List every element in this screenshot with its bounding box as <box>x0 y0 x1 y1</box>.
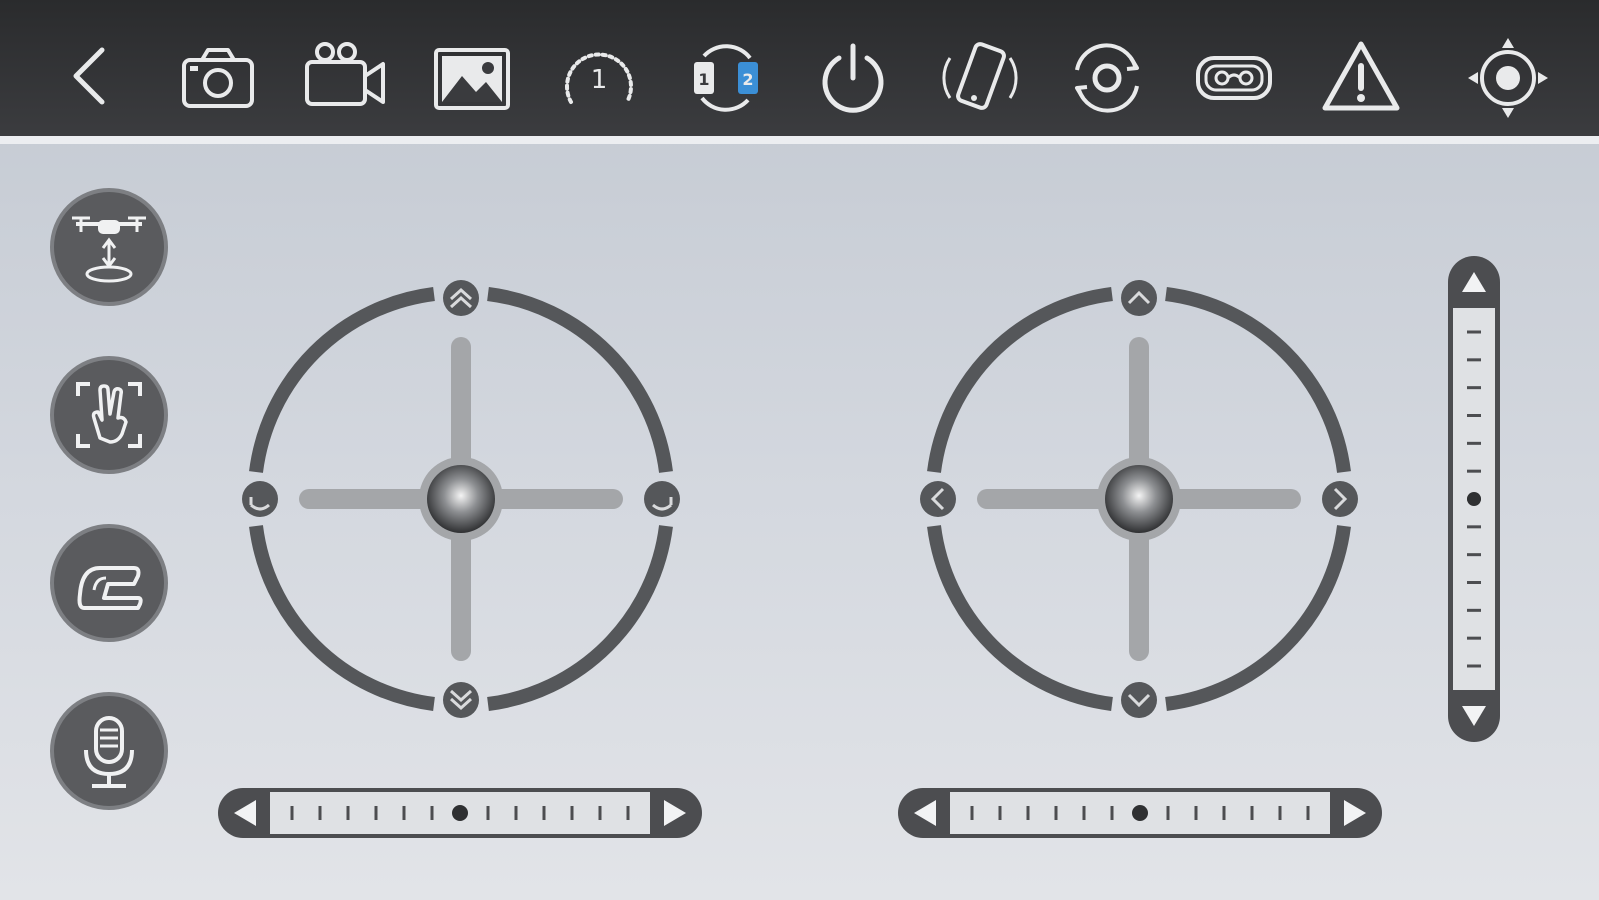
gravity-sensor-button[interactable] <box>938 36 1022 120</box>
chevron-right-icon <box>1322 481 1358 517</box>
vr-button[interactable] <box>1192 36 1276 120</box>
takeoff-landing-button[interactable] <box>50 188 168 306</box>
image-icon <box>434 48 510 110</box>
gallery-button[interactable] <box>430 36 514 120</box>
microphone-icon <box>84 716 134 788</box>
top-toolbar: 1 1 2 <box>0 0 1599 144</box>
right-joystick-knob[interactable] <box>1105 465 1173 533</box>
speed-level-label: 1 <box>591 65 608 95</box>
speed-gauge-icon: 1 <box>565 52 633 104</box>
photo-button[interactable] <box>176 36 260 120</box>
power-button[interactable] <box>811 36 895 120</box>
chevron-down-icon <box>1121 682 1157 718</box>
vertical-trim[interactable] <box>1446 254 1502 744</box>
phone-rotate-icon <box>942 42 1018 110</box>
chevron-up-icon <box>1121 280 1157 316</box>
calibrate-crosshair-icon <box>1468 38 1548 118</box>
back-button[interactable] <box>48 36 132 120</box>
rotate-right-icon <box>644 481 680 517</box>
chevron-left-icon <box>73 47 105 105</box>
right-joystick[interactable] <box>919 279 1359 719</box>
up-double-chevron-icon <box>443 280 479 316</box>
mode-switch-icon: 1 2 <box>694 44 758 112</box>
mode-switch-button[interactable]: 1 2 <box>684 36 768 120</box>
voice-button[interactable] <box>50 692 168 810</box>
left-joystick-knob[interactable] <box>427 465 495 533</box>
speed-button[interactable]: 1 <box>557 36 641 120</box>
mode-left-label: 1 <box>698 70 709 89</box>
vertical-trim-indicator[interactable] <box>1467 492 1481 506</box>
camera-icon <box>182 48 254 108</box>
power-icon <box>822 43 884 113</box>
trajectory-path-icon <box>77 566 143 610</box>
gesture-hand-icon <box>76 382 142 448</box>
rotate-left-icon <box>242 481 278 517</box>
gesture-button[interactable] <box>50 356 168 474</box>
trajectory-button[interactable] <box>50 524 168 642</box>
mode-right-label: 2 <box>742 70 753 89</box>
video-button[interactable] <box>303 36 387 120</box>
right-trim-indicator[interactable] <box>1132 805 1148 821</box>
rotate-360-button[interactable] <box>1065 36 1149 120</box>
calibrate-button[interactable] <box>1466 36 1550 120</box>
left-horizontal-trim[interactable] <box>216 784 704 842</box>
emergency-stop-button[interactable] <box>1319 36 1403 120</box>
right-horizontal-trim[interactable] <box>896 784 1384 842</box>
rotate-360-icon <box>1075 43 1139 113</box>
vr-goggles-icon <box>1196 56 1272 100</box>
chevron-left-icon <box>920 481 956 517</box>
drone-takeoff-icon <box>72 216 146 283</box>
down-double-chevron-icon <box>443 682 479 718</box>
left-trim-indicator[interactable] <box>452 805 468 821</box>
video-camera-icon <box>305 42 385 106</box>
left-joystick[interactable] <box>241 279 681 719</box>
warning-icon <box>1322 41 1400 111</box>
